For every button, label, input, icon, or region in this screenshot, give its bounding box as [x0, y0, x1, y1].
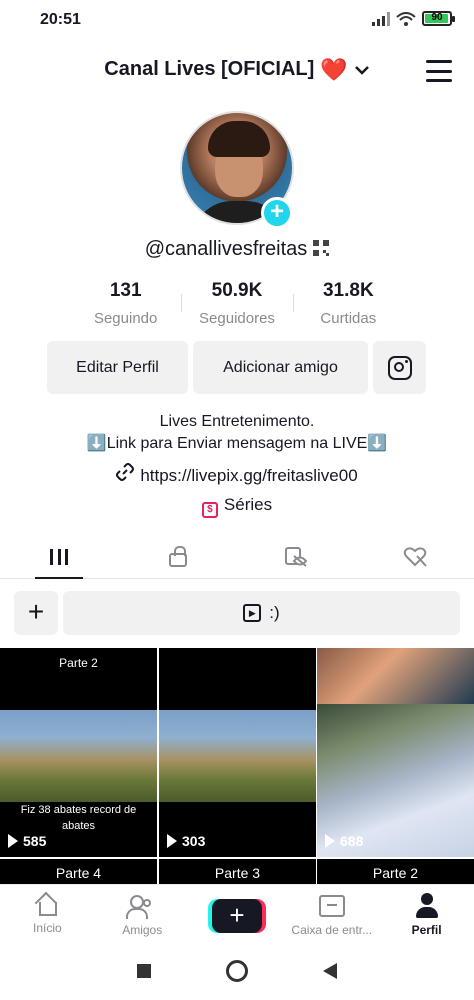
- link-text: https://livepix.gg/freitaslive00: [140, 466, 358, 485]
- home-button-icon[interactable]: [225, 960, 248, 982]
- account-switcher[interactable]: Canal Lives [OFICIAL] ❤️: [0, 58, 474, 81]
- repost-eye-icon: [285, 546, 308, 567]
- video-thumbnail[interactable]: Parte 2 Fiz 38 abates record de abates 5…: [0, 648, 157, 857]
- qr-code-icon[interactable]: [313, 240, 330, 256]
- play-icon: [8, 834, 18, 848]
- video-caption-top: Parte 2: [59, 656, 98, 670]
- status-bar: 20:51 90: [0, 0, 474, 40]
- stat-label: Seguidores: [199, 310, 275, 327]
- nav-label: Amigos: [122, 923, 163, 937]
- bottom-nav: Início Amigos + Caixa de entr... Perfil: [0, 884, 474, 942]
- series-icon: $: [201, 502, 218, 518]
- tab-private[interactable]: [119, 535, 238, 578]
- bio-link[interactable]: https://livepix.gg/freitaslive00: [0, 463, 474, 486]
- tab-videos[interactable]: [0, 535, 119, 579]
- view-count: 303: [167, 833, 205, 849]
- grid-icon: [50, 548, 69, 565]
- stat-likes[interactable]: 31.8K Curtidas: [292, 280, 404, 327]
- instagram-button[interactable]: [373, 341, 426, 394]
- signal-icon: [372, 11, 390, 26]
- video-caption: Fiz 38 abates record de abates: [20, 804, 137, 832]
- bio-line: Lives Entretenimento.: [159, 413, 315, 430]
- profile-icon: [415, 893, 439, 919]
- stat-value: 50.9K: [211, 280, 263, 301]
- add-playlist-button[interactable]: +: [14, 591, 58, 635]
- nav-profile[interactable]: Perfil: [379, 885, 474, 942]
- tab-reposts[interactable]: [237, 535, 356, 578]
- video-thumbnail[interactable]: 688: [317, 648, 474, 857]
- series-link[interactable]: $ Séries: [0, 495, 474, 518]
- stat-following[interactable]: 131 Seguindo: [70, 280, 181, 327]
- link-icon: [116, 463, 135, 481]
- chevron-down-icon: [354, 65, 369, 75]
- view-count-value: 585: [23, 833, 47, 849]
- play-icon: [167, 834, 177, 848]
- wifi-icon: [396, 11, 416, 26]
- stat-value: 131: [109, 280, 142, 301]
- tab-liked[interactable]: [356, 535, 474, 578]
- battery-icon: 90: [422, 11, 455, 26]
- recents-icon[interactable]: [137, 964, 152, 978]
- nav-create[interactable]: +: [190, 885, 285, 942]
- nav-friends[interactable]: Amigos: [95, 885, 190, 942]
- stat-label: Curtidas: [320, 310, 377, 327]
- bio: Lives Entretenimento. ⬇️Link para Enviar…: [0, 411, 474, 455]
- instagram-icon: [387, 355, 412, 380]
- account-name: Canal Lives [OFICIAL]: [104, 58, 315, 80]
- nav-label: Caixa de entr...: [291, 923, 373, 937]
- heart-eye-icon: [403, 546, 427, 567]
- stat-value: 31.8K: [322, 280, 374, 301]
- status-icons: 90: [372, 11, 455, 26]
- system-nav: [0, 942, 474, 1000]
- nav-home[interactable]: Início: [0, 885, 95, 942]
- back-icon[interactable]: [322, 963, 337, 979]
- profile-stats: 131 Seguindo 50.9K Seguidores 31.8K Curt…: [70, 280, 404, 327]
- edit-profile-button[interactable]: Editar Perfil: [47, 341, 188, 394]
- bio-line: ⬇️Link para Enviar mensagem na LIVE⬇️: [86, 435, 388, 452]
- username: @canallivesfreitas: [144, 238, 308, 260]
- home-icon: [34, 893, 60, 917]
- view-count-value: 688: [340, 833, 364, 849]
- username-row: @canallivesfreitas: [0, 238, 474, 261]
- add-photo-plus-icon[interactable]: +: [261, 197, 293, 229]
- stat-label: Seguindo: [93, 310, 158, 327]
- nav-label: Início: [33, 921, 62, 935]
- create-plus-icon: +: [211, 899, 262, 933]
- video-thumbnail-partial[interactable]: Parte 3: [159, 859, 316, 884]
- heart-emoji: ❤️: [320, 56, 348, 82]
- status-time: 20:51: [40, 11, 81, 28]
- profile-header: Canal Lives [OFICIAL] ❤️: [0, 52, 474, 92]
- content-tabs: [0, 535, 474, 579]
- view-count: 585: [8, 833, 46, 849]
- video-thumbnail-partial[interactable]: Parte 4: [0, 859, 157, 884]
- nav-inbox[interactable]: Caixa de entr...: [284, 885, 379, 942]
- friends-icon: [126, 893, 158, 919]
- view-count-value: 303: [182, 833, 206, 849]
- playlist-icon: ▶: [243, 604, 262, 622]
- play-icon: [325, 834, 335, 848]
- add-friend-button[interactable]: Adicionar amigo: [193, 341, 368, 394]
- nav-label: Perfil: [411, 923, 442, 937]
- inbox-icon: [318, 895, 345, 917]
- video-grid: Parte 2 Fiz 38 abates record de abates 5…: [0, 648, 474, 884]
- video-thumbnail-partial[interactable]: Parte 2: [317, 859, 474, 884]
- menu-icon[interactable]: [426, 60, 452, 82]
- battery-level: 90: [431, 12, 443, 23]
- lock-icon: [168, 545, 187, 567]
- series-label: Séries: [223, 495, 273, 514]
- video-thumbnail[interactable]: 303: [159, 648, 316, 857]
- stat-followers[interactable]: 50.9K Seguidores: [181, 280, 292, 327]
- view-count: 688: [325, 833, 363, 849]
- playlist-button[interactable]: ▶ :): [63, 591, 460, 635]
- playlist-label: :): [269, 603, 280, 622]
